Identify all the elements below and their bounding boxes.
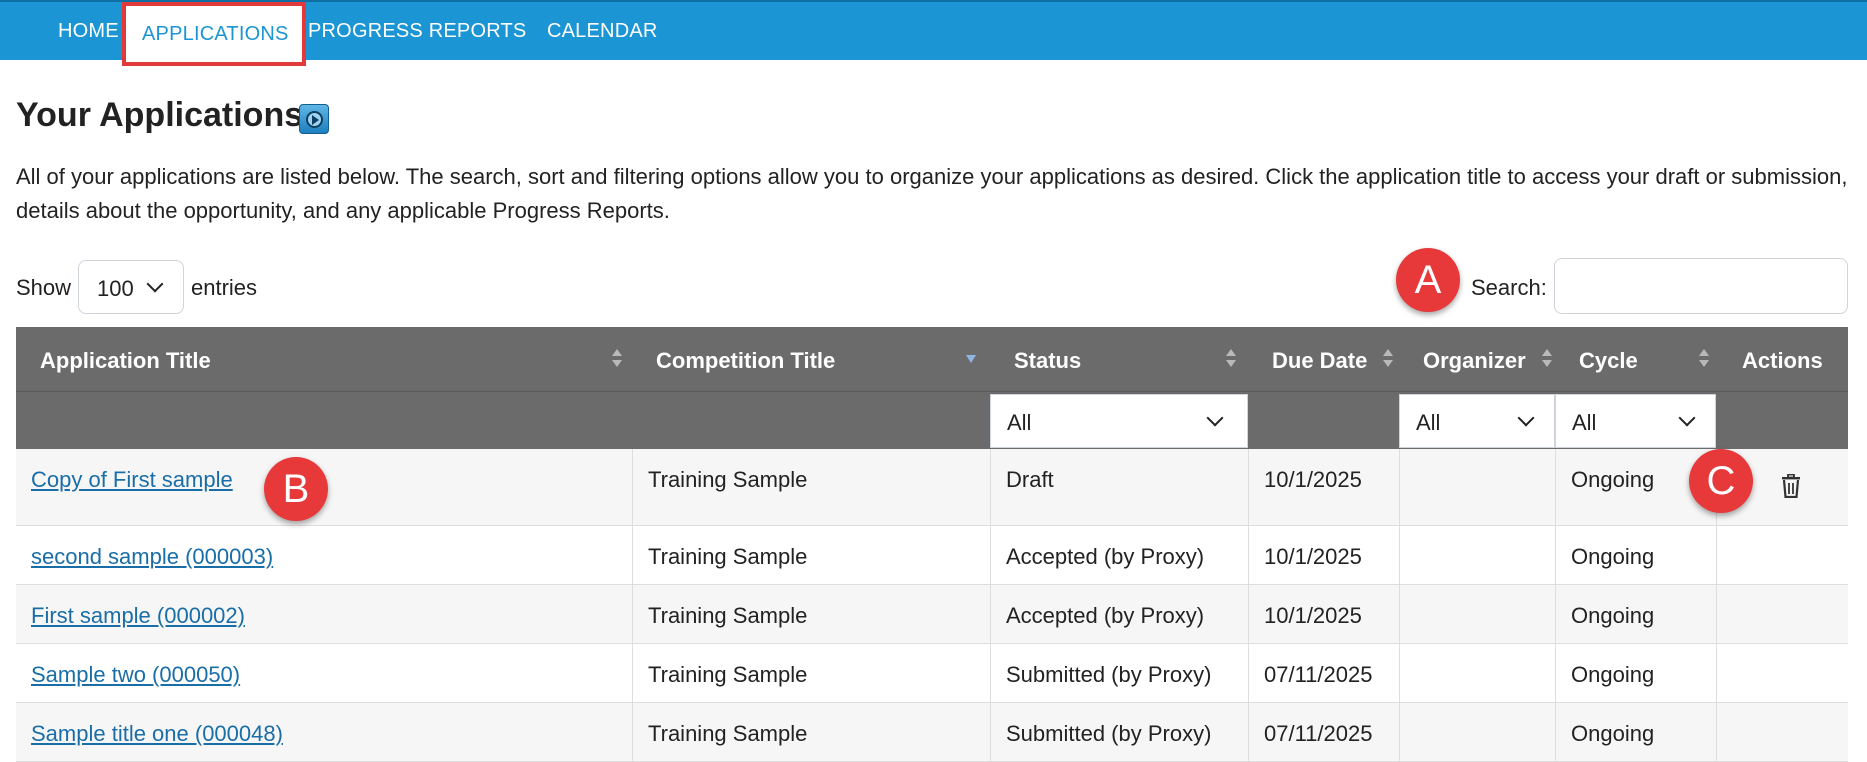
due-date: 07/11/2025 [1264, 721, 1373, 746]
nav-applications-highlight: APPLICATIONS [122, 2, 306, 66]
col-competition-title[interactable]: Competition Title [632, 327, 990, 391]
status-value: Draft [1006, 467, 1054, 492]
due-date: 10/1/2025 [1264, 467, 1362, 492]
trash-icon[interactable] [1781, 474, 1801, 498]
status-value: Submitted (by Proxy) [1006, 721, 1212, 746]
application-title-link[interactable]: Sample title one (000048) [31, 721, 283, 747]
table-row: Sample title one (000048) Training Sampl… [16, 703, 1848, 762]
show-label: Show [16, 275, 72, 300]
status-value: Accepted (by Proxy) [1006, 544, 1205, 569]
cycle-filter[interactable]: All [1555, 394, 1716, 448]
col-cycle[interactable]: Cycle [1555, 327, 1716, 391]
nav-progress-reports[interactable]: PROGRESS REPORTS [308, 20, 526, 43]
nav-applications[interactable]: APPLICATIONS [142, 23, 289, 46]
col-actions: Actions [1742, 348, 1823, 373]
cycle-value: Ongoing [1571, 603, 1655, 628]
chevron-down-icon [146, 275, 164, 293]
table-row: First sample (000002) Training Sample Ac… [16, 585, 1848, 644]
sort-desc-icon [966, 349, 976, 369]
application-title-link[interactable]: Copy of First sample [31, 467, 233, 493]
sort-icon [1226, 349, 1236, 369]
page-intro: All of your applications are listed belo… [16, 164, 1848, 223]
application-title-link[interactable]: First sample (000002) [31, 603, 245, 629]
search-input[interactable] [1554, 258, 1848, 314]
competition-title: Training Sample [648, 721, 808, 746]
sort-icon [1383, 349, 1393, 369]
table-row: Sample two (000050) Training Sample Subm… [16, 644, 1848, 703]
competition-title: Training Sample [648, 467, 808, 492]
top-navigation: HOME APPLICATIONS PROGRESS REPORTS CALEN… [0, 0, 1867, 66]
due-date: 10/1/2025 [1264, 603, 1362, 628]
entries-label: entries [191, 275, 258, 300]
competition-title: Training Sample [648, 662, 808, 687]
marker-b: B [264, 457, 328, 521]
marker-a: A [1396, 248, 1460, 312]
chevron-down-icon [1517, 409, 1535, 427]
application-title-link[interactable]: Sample two (000050) [31, 662, 240, 688]
table-row: second sample (000003) Training Sample A… [16, 526, 1848, 585]
organizer-filter[interactable]: All [1399, 394, 1555, 448]
sort-icon [1542, 349, 1552, 369]
nav-home[interactable]: HOME [58, 20, 119, 43]
status-value: Submitted (by Proxy) [1006, 662, 1212, 687]
video-play-icon[interactable] [299, 104, 329, 134]
status-filter[interactable]: All [990, 394, 1248, 448]
chevron-down-icon [1678, 409, 1696, 427]
cycle-value: Ongoing [1571, 721, 1655, 746]
application-title-link[interactable]: second sample (000003) [31, 544, 273, 570]
filter-row: All All All [16, 391, 1848, 449]
status-value: Accepted (by Proxy) [1006, 603, 1205, 628]
page-size-select[interactable]: 100 [78, 260, 184, 314]
due-date: 10/1/2025 [1264, 544, 1362, 569]
competition-title: Training Sample [648, 603, 808, 628]
cycle-value: Ongoing [1571, 662, 1655, 687]
cycle-value: Ongoing [1571, 544, 1655, 569]
col-due-date[interactable]: Due Date [1248, 327, 1399, 391]
col-organizer[interactable]: Organizer [1399, 327, 1555, 391]
table-header: Application Title Competition Title Stat… [16, 327, 1848, 391]
due-date: 07/11/2025 [1264, 662, 1373, 687]
page-title: Your Applications [16, 96, 304, 134]
sort-icon [612, 349, 622, 369]
cycle-value: Ongoing [1571, 467, 1655, 492]
sort-icon [1699, 349, 1709, 369]
col-status[interactable]: Status [990, 327, 1248, 391]
nav-calendar[interactable]: CALENDAR [547, 20, 658, 43]
marker-c: C [1689, 449, 1753, 513]
chevron-down-icon [1206, 409, 1224, 427]
competition-title: Training Sample [648, 544, 808, 569]
page-size-value: 100 [97, 276, 134, 301]
col-application-title[interactable]: Application Title [16, 327, 632, 391]
search-label: Search: [1471, 275, 1547, 300]
